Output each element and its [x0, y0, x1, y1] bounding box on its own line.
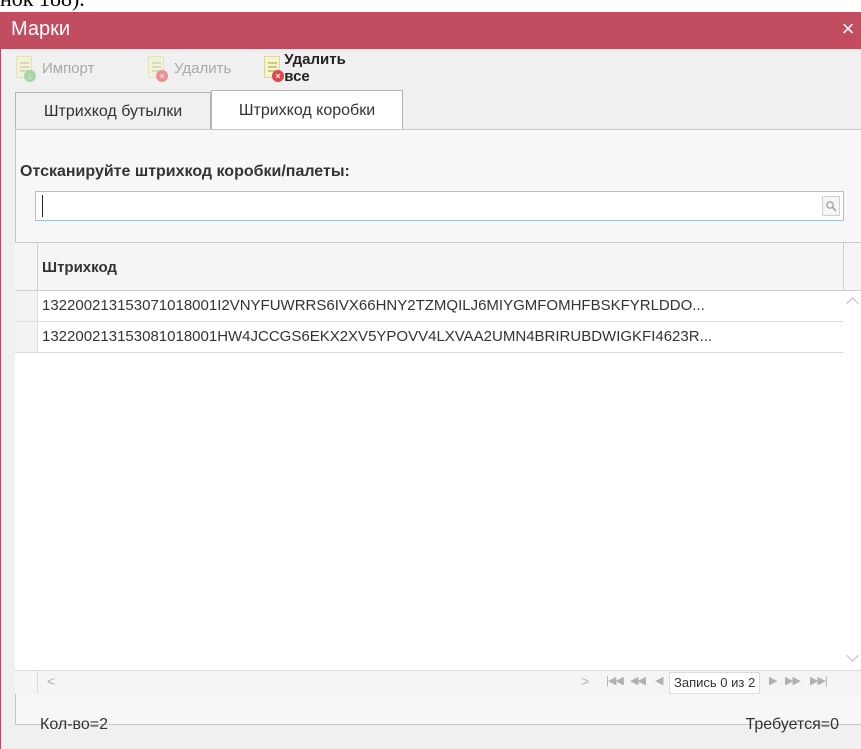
grid-header: Штрихкод	[15, 243, 861, 291]
import-button[interactable]: ↓ Импорт	[14, 50, 94, 86]
barcode-cell: 132200213153071018001I2VNYFUWRRS6IVX66HN…	[42, 297, 705, 314]
dialog-title: Марки	[11, 18, 71, 40]
background-document-line: нок 188).	[0, 0, 85, 12]
scroll-up-icon[interactable]	[846, 297, 859, 310]
table-row[interactable]: 132200213153081018001HW4JCCGS6EKX2XV5YPO…	[15, 322, 843, 353]
tab-bottle-barcode[interactable]: Штрихкод бутылки	[15, 92, 211, 130]
delete-all-document-icon: ×	[262, 54, 284, 82]
import-button-label: Импорт	[42, 59, 95, 77]
prev-page-fast-icon[interactable]: ◀◀	[630, 674, 646, 687]
scroll-right-icon[interactable]: >	[581, 673, 589, 689]
barcode-cell: 132200213153081018001HW4JCCGS6EKX2XV5YPO…	[42, 328, 713, 345]
vertical-scrollbar[interactable]	[845, 291, 859, 669]
barcode-grid: Штрихкод 132200213153071018001I2VNYFUWRR…	[15, 242, 861, 670]
import-document-icon: ↓	[14, 54, 36, 82]
close-icon[interactable]: ×	[836, 15, 860, 43]
record-indicator: Запись 0 из 2	[669, 672, 761, 694]
dialog-titlebar[interactable]: Марки ×	[1, 12, 861, 49]
delete-all-button-label: Удалить все	[284, 51, 346, 85]
next-page-fast-icon[interactable]: ▶▶	[785, 674, 801, 687]
tab-box-barcode[interactable]: Штрихкод коробки	[211, 90, 403, 131]
search-icon[interactable]	[822, 196, 840, 216]
table-row[interactable]: 132200213153071018001I2VNYFUWRRS6IVX66HN…	[15, 291, 843, 322]
delete-button-label: Удалить	[174, 59, 232, 77]
delete-all-button[interactable]: × Удалить все	[262, 50, 352, 86]
column-divider	[843, 243, 844, 290]
delete-document-icon: ×	[146, 54, 168, 82]
row-selector[interactable]	[15, 291, 38, 321]
first-page-icon[interactable]: |◀◀	[606, 674, 624, 687]
count-label: Кол-во=2	[40, 716, 108, 733]
row-selector[interactable]	[15, 322, 38, 352]
scroll-left-icon[interactable]: <	[47, 673, 55, 689]
scroll-down-icon[interactable]	[846, 649, 859, 662]
delete-button[interactable]: × Удалить	[146, 50, 231, 86]
last-page-icon[interactable]: ▶▶|	[810, 674, 828, 687]
required-label: Требуется=0	[745, 716, 839, 733]
pager-row-selector	[15, 671, 38, 694]
scan-label: Отсканируйте штрихкод коробки/палеты:	[20, 163, 350, 180]
barcode-scan-input[interactable]	[35, 191, 844, 221]
text-caret	[42, 195, 43, 217]
background-document-text: нок 188).	[0, 0, 861, 12]
prev-page-icon[interactable]: ◀	[655, 674, 664, 687]
next-page-icon[interactable]: ▶	[769, 674, 778, 687]
header-row-selector	[15, 243, 38, 290]
grid-pager: < > |◀◀ ◀◀ ◀ Запись 0 из 2 ▶ ▶▶ ▶▶|	[15, 670, 861, 694]
column-header-barcode[interactable]: Штрихкод	[42, 259, 117, 276]
